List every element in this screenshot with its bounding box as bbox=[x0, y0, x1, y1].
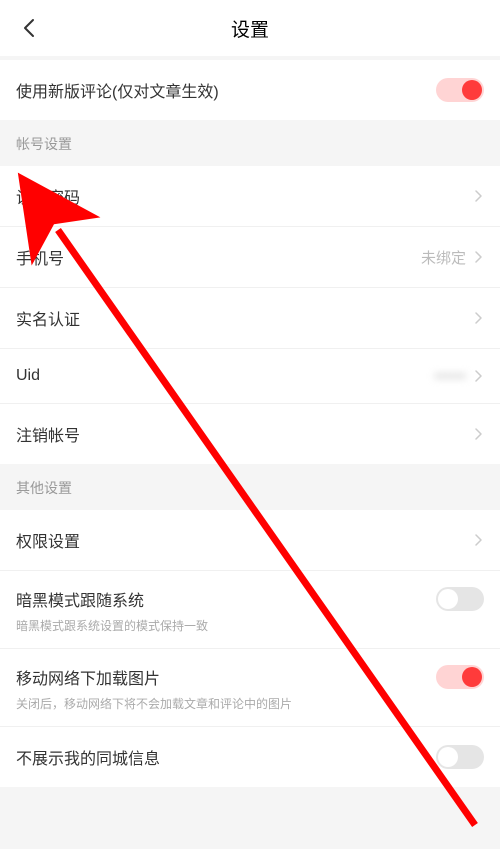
row-dark-mode[interactable]: 暗黑模式跟随系统 暗黑模式跟系统设置的模式保持一致 bbox=[0, 571, 500, 649]
row-label: 设置密码 bbox=[16, 184, 80, 208]
back-button[interactable] bbox=[16, 14, 44, 42]
chevron-right-icon bbox=[474, 189, 484, 203]
page-title: 设置 bbox=[231, 15, 269, 42]
row-label: 注销帐号 bbox=[16, 422, 80, 446]
chevron-right-icon bbox=[474, 427, 484, 441]
row-label: 权限设置 bbox=[16, 528, 80, 552]
row-sub: 暗黑模式跟系统设置的模式保持一致 bbox=[16, 617, 484, 634]
row-sub: 关闭后，移动网络下将不会加载文章和评论中的图片 bbox=[16, 695, 484, 712]
row-value: 未绑定 bbox=[421, 247, 466, 268]
row-label: 手机号 bbox=[16, 245, 64, 269]
row-uid[interactable]: Uid •••••• bbox=[0, 349, 500, 404]
row-value: •••••• bbox=[434, 368, 466, 385]
toggle-dark-mode[interactable] bbox=[436, 587, 484, 611]
section-account: 帐号设置 bbox=[0, 120, 500, 166]
row-label: 实名认证 bbox=[16, 306, 80, 330]
row-label: 使用新版评论(仅对文章生效) bbox=[16, 78, 219, 102]
row-set-password[interactable]: 设置密码 bbox=[0, 166, 500, 227]
chevron-left-icon bbox=[22, 18, 38, 38]
row-permissions[interactable]: 权限设置 bbox=[0, 510, 500, 571]
row-new-comments[interactable]: 使用新版评论(仅对文章生效) bbox=[0, 60, 500, 120]
row-real-name[interactable]: 实名认证 bbox=[0, 288, 500, 349]
row-hide-location[interactable]: 不展示我的同城信息 bbox=[0, 727, 500, 787]
row-label: Uid bbox=[16, 367, 40, 385]
chevron-right-icon bbox=[474, 250, 484, 264]
row-label: 不展示我的同城信息 bbox=[16, 745, 160, 769]
row-delete-account[interactable]: 注销帐号 bbox=[0, 404, 500, 464]
chevron-right-icon bbox=[474, 311, 484, 325]
toggle-hide-location[interactable] bbox=[436, 745, 484, 769]
row-phone[interactable]: 手机号 未绑定 bbox=[0, 227, 500, 288]
chevron-right-icon bbox=[474, 369, 484, 383]
row-mobile-images[interactable]: 移动网络下加载图片 关闭后，移动网络下将不会加载文章和评论中的图片 bbox=[0, 649, 500, 727]
toggle-new-comments[interactable] bbox=[436, 78, 484, 102]
row-label: 暗黑模式跟随系统 bbox=[16, 587, 144, 611]
row-label: 移动网络下加载图片 bbox=[16, 665, 160, 689]
section-other: 其他设置 bbox=[0, 464, 500, 510]
toggle-mobile-images[interactable] bbox=[436, 665, 484, 689]
chevron-right-icon bbox=[474, 533, 484, 547]
